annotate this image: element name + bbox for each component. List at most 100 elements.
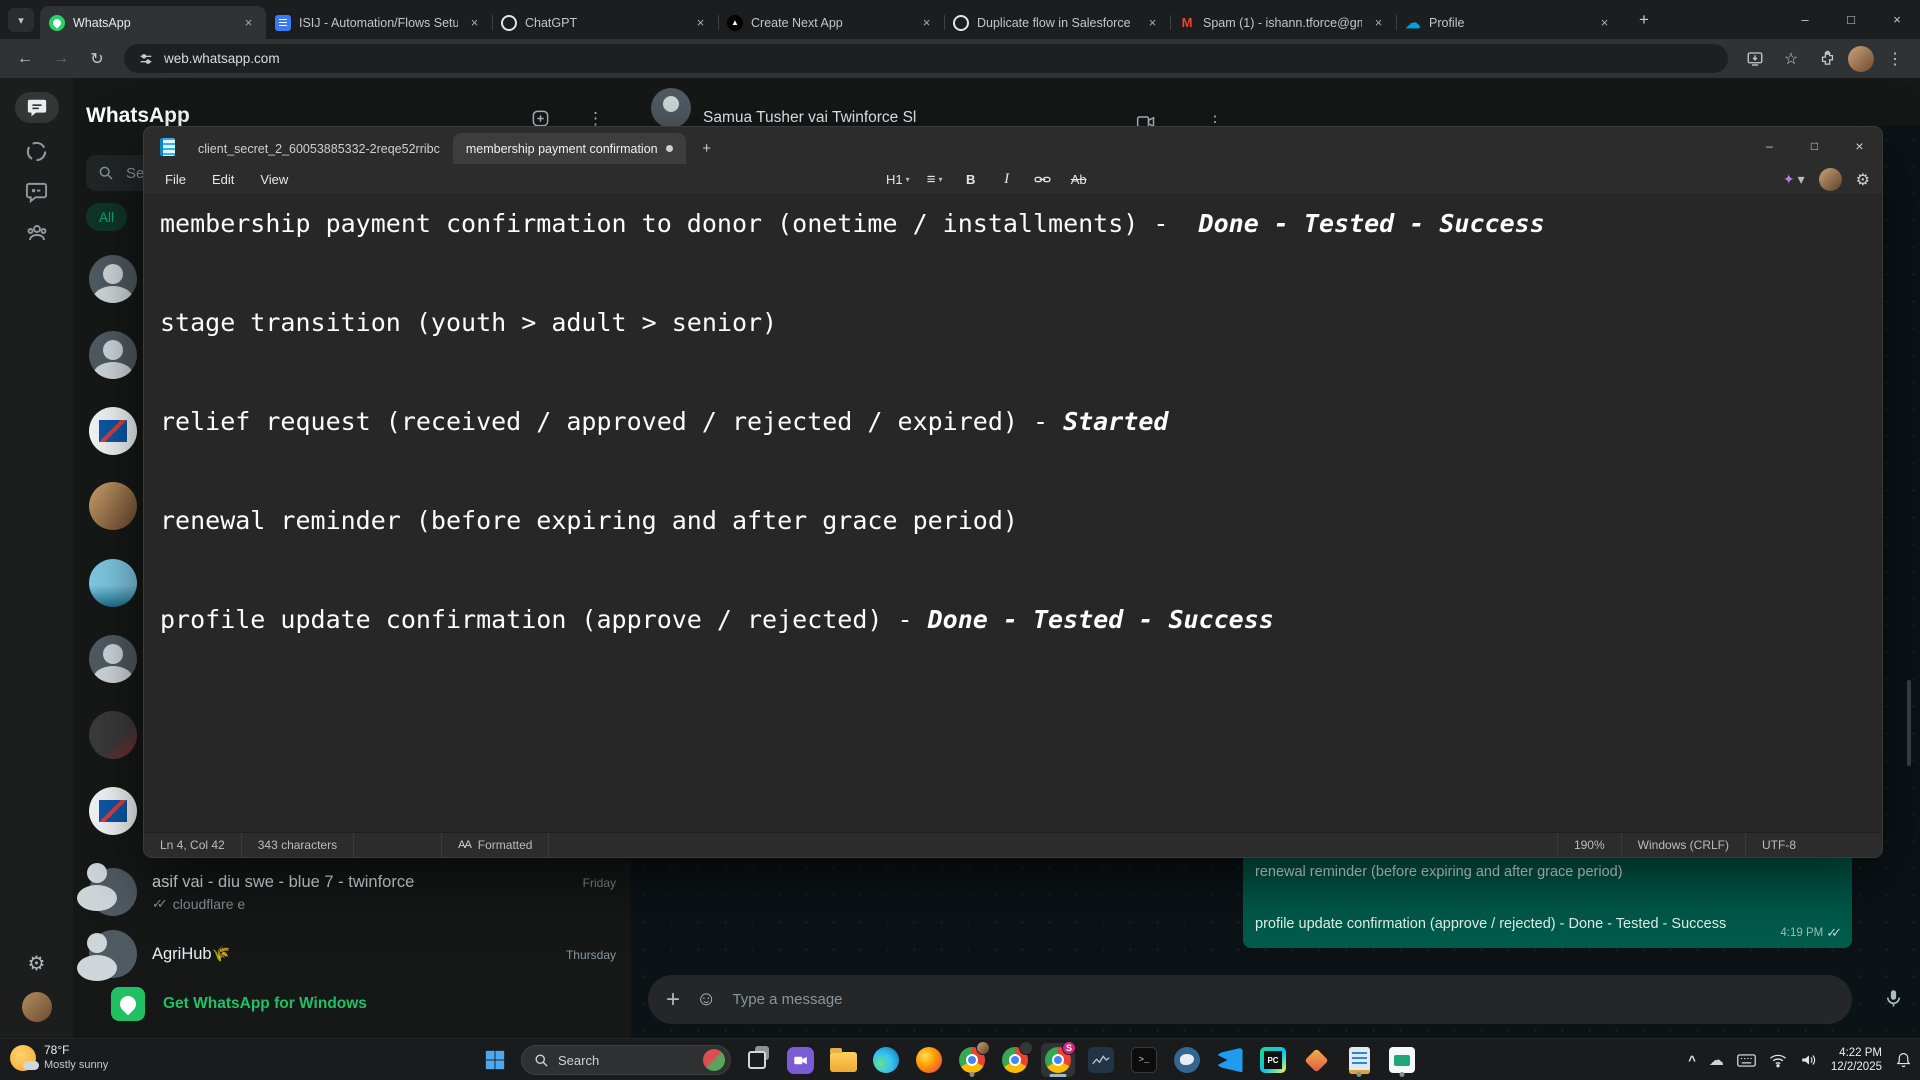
volume-icon[interactable] — [1800, 1052, 1818, 1068]
chat-avatar[interactable] — [89, 635, 137, 683]
weather-widget[interactable]: 78°F Mostly sunny — [10, 1043, 108, 1073]
postgresql-icon[interactable] — [1170, 1043, 1204, 1077]
browser-minimize-button[interactable]: – — [1782, 0, 1828, 39]
vscode-icon[interactable] — [1213, 1043, 1247, 1077]
tab-close-icon[interactable]: × — [466, 14, 483, 31]
extensions-puzzle-icon[interactable] — [1810, 43, 1844, 75]
browser-tab-profile[interactable]: ☁ Profile × — [1396, 6, 1622, 39]
bold-button[interactable]: B — [960, 172, 982, 187]
chat-avatar[interactable] — [89, 255, 137, 303]
chat-header-title[interactable]: Samua Tusher vai Twinforce Sl — [703, 109, 916, 126]
account-avatar[interactable] — [1818, 168, 1842, 191]
chats-tab[interactable] — [14, 92, 59, 123]
chrome-profile-s-icon[interactable]: S — [1041, 1041, 1076, 1077]
zoom-level[interactable]: 190% — [1556, 833, 1621, 857]
twinforce-logo-avatar[interactable] — [89, 787, 137, 835]
browser-tab-whatsapp[interactable]: WhatsApp × — [40, 6, 266, 39]
taskbar-search-box[interactable]: Search — [521, 1045, 731, 1075]
tab-search-button[interactable]: ▾ — [8, 8, 34, 32]
browser-tab-isij-flows[interactable]: ISIJ - Automation/Flows Setup - × — [266, 6, 492, 39]
list-style-button[interactable]: ≡ ▾ — [924, 171, 946, 188]
attach-plus-icon[interactable]: + — [666, 986, 680, 1014]
browser-menu-kebab-icon[interactable]: ⋮ — [1878, 43, 1912, 75]
insert-link-button[interactable] — [1032, 171, 1054, 188]
twinforce-logo-avatar[interactable] — [89, 407, 137, 455]
tab-close-icon[interactable]: × — [1370, 14, 1387, 31]
edge-icon[interactable] — [869, 1043, 903, 1077]
tray-expand-caret[interactable]: ^ — [1688, 1053, 1696, 1068]
notification-bell-icon[interactable] — [1895, 1051, 1912, 1069]
formatted-indicator[interactable]: AA Formatted — [442, 833, 550, 857]
text-editor[interactable]: membership payment confirmation to donor… — [144, 195, 1882, 832]
git-client-icon[interactable] — [1299, 1043, 1333, 1077]
terminal-icon[interactable]: >_ — [1127, 1043, 1161, 1077]
get-whatsapp-banner[interactable]: Get WhatsApp for Windows — [73, 978, 631, 1030]
chat-avatar[interactable] — [89, 331, 137, 379]
browser-profile-avatar[interactable] — [1848, 45, 1874, 72]
browser-tab-create-next-app[interactable]: ▲ Create Next App × — [718, 6, 944, 39]
file-explorer-icon[interactable] — [826, 1043, 860, 1077]
task-view-button[interactable] — [740, 1043, 774, 1077]
notepad-tab-client-secret[interactable]: client_secret_2_60053885332-2reqe52rribc — [185, 133, 453, 164]
message-composer[interactable]: + ☺ Type a message — [648, 975, 1852, 1024]
outgoing-message-bubble[interactable]: renewal reminder (before expiring and af… — [1243, 852, 1852, 948]
start-button[interactable] — [478, 1043, 512, 1077]
wifi-icon[interactable] — [1769, 1053, 1787, 1068]
install-app-icon[interactable] — [1738, 43, 1772, 75]
tab-close-icon[interactable]: × — [692, 14, 709, 31]
tab-close-icon[interactable]: × — [1144, 14, 1161, 31]
heading-style-button[interactable]: H1 ▾ — [886, 172, 910, 187]
communities-tab[interactable] — [24, 220, 50, 246]
notepad-maximize-button[interactable]: □ — [1792, 127, 1837, 164]
chat-avatar[interactable] — [89, 711, 137, 759]
clock-widget[interactable]: 4:22 PM 12/2/2025 — [1831, 1046, 1882, 1074]
browser-tab-salesforce-flow[interactable]: Duplicate flow in Salesforce × — [944, 6, 1170, 39]
browser-close-button[interactable]: × — [1874, 0, 1920, 39]
address-bar[interactable]: web.whatsapp.com — [124, 44, 1728, 73]
channels-tab[interactable] — [24, 179, 50, 205]
voice-message-mic-icon[interactable] — [1883, 988, 1904, 1009]
chrome-profile-a-icon[interactable] — [955, 1041, 990, 1077]
browser-tab-gmail-spam[interactable]: M Spam (1) - ishann.tforce@gmai × — [1170, 6, 1396, 39]
clear-formatting-button[interactable]: Ab — [1068, 172, 1090, 187]
tab-close-icon[interactable]: × — [918, 14, 935, 31]
encoding[interactable]: UTF-8 — [1745, 833, 1812, 857]
pycharm-icon[interactable]: PC — [1256, 1043, 1290, 1077]
notepad-settings-gear-icon[interactable]: ⚙ — [1856, 170, 1870, 190]
back-button[interactable]: ← — [8, 43, 42, 75]
video-call-icon[interactable] — [1136, 112, 1156, 126]
emoji-sticker-icon[interactable]: ☺ — [696, 988, 716, 1011]
onedrive-icon[interactable]: ☁ — [1709, 1051, 1724, 1069]
user-profile-avatar[interactable] — [21, 992, 52, 1022]
notepad-tab-membership[interactable]: membership payment confirmation — [452, 133, 686, 164]
site-settings-icon[interactable] — [138, 51, 154, 67]
browser-tab-chatgpt[interactable]: ChatGPT × — [492, 6, 718, 39]
notepad-new-tab-button[interactable]: + — [692, 134, 722, 162]
browser-maximize-button[interactable]: □ — [1828, 0, 1874, 39]
bookmark-star-icon[interactable]: ☆ — [1774, 43, 1808, 75]
chat-list-item-agrihub[interactable]: AgriHub🌾 Thursday — [73, 924, 631, 984]
notepad-minimize-button[interactable]: – — [1747, 127, 1792, 164]
reload-button[interactable]: ↻ — [80, 43, 114, 75]
settings-gear-icon[interactable]: ⚙ — [28, 951, 46, 976]
filter-all-chip[interactable]: All — [86, 203, 128, 231]
chat-header-avatar[interactable] — [651, 88, 691, 126]
chrome-profile-b-icon[interactable] — [998, 1041, 1033, 1077]
chat-list-item-asif[interactable]: asif vai - diu swe - blue 7 - twinforce … — [73, 854, 631, 930]
tab-close-icon[interactable]: × — [1596, 14, 1613, 31]
video-chat-app-icon[interactable] — [783, 1043, 817, 1077]
tab-close-icon[interactable]: × — [240, 14, 257, 31]
menu-view[interactable]: View — [247, 168, 301, 191]
line-ending[interactable]: Windows (CRLF) — [1620, 833, 1745, 857]
notepad-taskbar-icon[interactable] — [1342, 1043, 1376, 1077]
copilot-sparkle-icon[interactable]: ✦ ▾ — [1783, 171, 1805, 188]
chat-avatar[interactable] — [89, 482, 137, 530]
taskpro-app-icon[interactable] — [1385, 1043, 1419, 1077]
chat-scrollbar-thumb[interactable] — [1907, 680, 1911, 766]
forward-button[interactable]: → — [44, 43, 78, 75]
menu-file[interactable]: File — [152, 168, 199, 191]
touch-keyboard-icon[interactable] — [1737, 1053, 1756, 1068]
chat-header-menu-icon[interactable]: ⋮ — [1207, 112, 1223, 126]
italic-button[interactable]: I — [996, 171, 1018, 188]
firefox-icon[interactable] — [912, 1043, 946, 1077]
